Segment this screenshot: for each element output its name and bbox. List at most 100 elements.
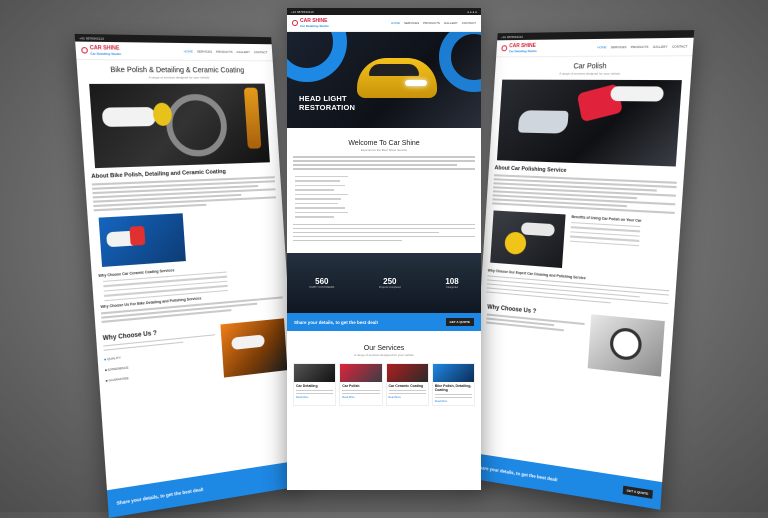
- read-more-link[interactable]: Read More: [342, 396, 379, 399]
- stat-projects: 250 Projects Completed: [379, 277, 401, 289]
- stat-label: Projects Completed: [378, 286, 401, 289]
- welcome-text-2: [293, 223, 475, 241]
- page-tagline: A range of services designed for your ve…: [148, 75, 210, 80]
- welcome-heading: Welcome To Car Shine: [348, 140, 420, 147]
- benefits-list: [569, 221, 672, 249]
- menu-products[interactable]: PRODUCTS: [423, 21, 440, 25]
- nav-bar: CAR SHINE Car Detailing Studio HOME SERVI…: [287, 15, 481, 32]
- nav-bar: CAR SHINE Car Detailing Studio HOME SERVI…: [75, 41, 273, 62]
- social-icons[interactable]: ● ● ● ●: [467, 10, 477, 14]
- site-logo[interactable]: CAR SHINE Car Detailing Studio: [292, 18, 329, 28]
- services-list: [295, 175, 473, 218]
- logo-icon: [81, 47, 89, 54]
- read-more-link[interactable]: Read More: [435, 400, 472, 403]
- hero-arc-right: [439, 32, 481, 92]
- read-more-link[interactable]: Read More: [389, 396, 426, 399]
- services-grid: Car Detailing Read More Car Polish Read Mo…: [293, 363, 475, 406]
- logo-tag: Car Detailing Studio: [300, 24, 329, 28]
- menu-services[interactable]: SERVICES: [197, 49, 212, 53]
- service-card-car-detailing[interactable]: Car Detailing Read More: [293, 363, 337, 406]
- logo-tag: Car Detailing Studio: [508, 48, 537, 54]
- services-tagline: A range of services designed for your ve…: [354, 353, 414, 357]
- car-polish-image: [496, 79, 682, 167]
- why-item-label: EXPERIENCE: [107, 365, 129, 372]
- logo-icon: [501, 45, 508, 52]
- service-desc: [387, 390, 428, 394]
- welcome-text: [293, 156, 475, 170]
- menu-home[interactable]: HOME: [597, 45, 607, 49]
- main-menu: HOME SERVICES PRODUCTS GALLERY CONTACT: [597, 44, 688, 49]
- why-item-label: QUALITY: [106, 355, 122, 362]
- phone-text: +91 9876543210: [501, 34, 524, 39]
- bike-polish-image: [89, 83, 270, 169]
- bike-polish-image-2: [98, 212, 186, 267]
- about-text: [492, 174, 677, 214]
- home-page-preview: +91 9876543210 ● ● ● ● CAR SHINE Car Detai…: [287, 8, 481, 490]
- site-logo[interactable]: CAR SHINE Car Detailing Studio: [501, 43, 537, 54]
- car-polish-page-preview: +91 9876543210 CAR SHINE Car Detailing St…: [468, 30, 695, 510]
- cta-text: Share your details, to get the best deal…: [294, 319, 379, 325]
- menu-products[interactable]: PRODUCTS: [216, 50, 233, 54]
- services-heading: Our Services: [363, 345, 405, 352]
- check-icon: ■: [104, 357, 107, 362]
- cta-bar: Share your details, to get the best deal…: [287, 313, 481, 331]
- service-name: Car Polish: [342, 384, 360, 388]
- get-quote-button[interactable]: GET A QUOTE: [622, 485, 653, 499]
- service-name: Bike Polish, Detailing, Coating: [434, 384, 472, 392]
- menu-home[interactable]: HOME: [184, 49, 193, 53]
- service-image: [340, 364, 382, 382]
- menu-products[interactable]: PRODUCTS: [630, 45, 648, 49]
- hero-title: HEAD LIGHT RESTORATION: [299, 94, 355, 112]
- menu-contact[interactable]: CONTACT: [462, 21, 476, 25]
- menu-contact[interactable]: CONTACT: [672, 44, 688, 48]
- main-menu: HOME SERVICES PRODUCTS GALLERY CONTACT: [184, 49, 268, 54]
- phone-text: +91 9876543210: [291, 9, 314, 14]
- site-logo[interactable]: CAR SHINE Car Detailing Studio: [81, 45, 121, 56]
- stat-happy-customers: 560 HAPPY CUSTOMERS: [309, 277, 334, 289]
- menu-services[interactable]: SERVICES: [404, 21, 419, 25]
- why-item-label: GUARANTEE: [108, 376, 129, 383]
- phone-text: +91 9876543210: [79, 35, 105, 41]
- menu-gallery[interactable]: GALLERY: [236, 50, 250, 54]
- hero-banner: HEAD LIGHT RESTORATION: [287, 32, 481, 128]
- service-desc: [294, 390, 335, 394]
- stats-section: 560 HAPPY CUSTOMERS 250 Projects Completed…: [287, 253, 481, 313]
- cta-text: Share your details, to get the best deal…: [116, 486, 204, 506]
- logo-icon: [292, 20, 298, 26]
- polishing-machine-image: [490, 209, 566, 268]
- hero-car: [357, 58, 437, 98]
- service-card-bike-polish[interactable]: Bike Polish, Detailing, Coating Read More: [431, 363, 475, 406]
- service-desc: [340, 390, 381, 394]
- logo-tag: Car Detailing Studio: [90, 51, 122, 57]
- menu-gallery[interactable]: GALLERY: [444, 21, 458, 25]
- get-quote-button[interactable]: GET A QUOTE: [445, 318, 474, 326]
- service-image: [294, 364, 336, 382]
- top-bar: +91 9876543210 ● ● ● ●: [287, 8, 481, 15]
- nav-bar: CAR SHINE Car Detailing Studio HOME SERVI…: [496, 37, 694, 58]
- check-icon: ■: [104, 367, 108, 373]
- menu-gallery[interactable]: GALLERY: [653, 45, 668, 49]
- read-more-link[interactable]: Read More: [296, 396, 333, 399]
- welcome-tagline: Experience the Best Shine Service: [360, 148, 408, 152]
- stat-label: HAPPY CUSTOMERS: [309, 286, 335, 289]
- hero-arc-left: [287, 32, 347, 82]
- service-name: Car Ceramic Coating: [388, 384, 424, 388]
- service-name: Car Detailing: [296, 384, 318, 388]
- headlight: [405, 80, 427, 86]
- cta-bar: Share your details, to get the best deal…: [106, 460, 301, 518]
- main-menu: HOME SERVICES PRODUCTS GALLERY CONTACT: [391, 21, 476, 25]
- service-image: [432, 364, 474, 382]
- page-title: Car Polish: [573, 63, 607, 71]
- check-icon: ■: [105, 378, 108, 383]
- page-tagline: A range of services designed for your ve…: [559, 71, 621, 76]
- menu-home[interactable]: HOME: [391, 21, 400, 25]
- about-text: [91, 176, 277, 211]
- menu-contact[interactable]: CONTACT: [254, 50, 268, 54]
- hero-title-line1: HEAD LIGHT: [299, 94, 347, 103]
- buffer-image: [587, 314, 665, 377]
- cta-text: Share your details, to get the best deal…: [476, 464, 558, 482]
- service-card-ceramic-coating[interactable]: Car Ceramic Coating Read More: [385, 363, 429, 406]
- menu-services[interactable]: SERVICES: [611, 45, 627, 49]
- stat-value: 250: [383, 277, 397, 286]
- service-card-car-polish[interactable]: Car Polish Read More: [339, 363, 383, 406]
